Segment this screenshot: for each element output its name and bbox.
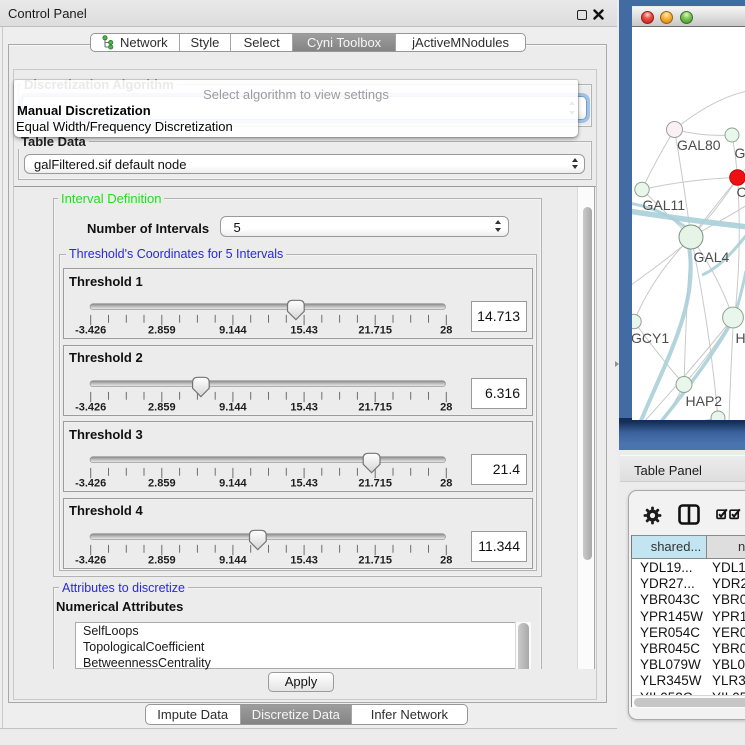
svg-text:15.43: 15.43	[290, 554, 318, 566]
svg-text:15.43: 15.43	[290, 325, 318, 337]
svg-text:15.43: 15.43	[290, 401, 318, 413]
svg-text:GA: GA	[735, 145, 745, 161]
svg-text:GAL80: GAL80	[677, 137, 721, 153]
svg-text:2.859: 2.859	[148, 401, 176, 413]
svg-text:-3.426: -3.426	[75, 554, 106, 566]
svg-text:GAL4: GAL4	[694, 249, 730, 265]
svg-text:9.144: 9.144	[219, 325, 247, 337]
svg-text:15.43: 15.43	[290, 478, 318, 490]
svg-text:28: 28	[440, 325, 452, 337]
svg-text:2.859: 2.859	[148, 325, 176, 337]
svg-text:GAL11: GAL11	[643, 197, 686, 213]
svg-text:21.715: 21.715	[358, 325, 392, 337]
svg-text:21.715: 21.715	[358, 401, 392, 413]
svg-text:9.144: 9.144	[219, 401, 247, 413]
svg-text:-3.426: -3.426	[75, 401, 106, 413]
svg-text:21.715: 21.715	[358, 554, 392, 566]
svg-text:-3.426: -3.426	[75, 325, 106, 337]
svg-text:2.859: 2.859	[148, 478, 176, 490]
svg-text:-3.426: -3.426	[75, 478, 106, 490]
svg-text:28: 28	[440, 554, 452, 566]
svg-text:9.144: 9.144	[219, 554, 247, 566]
svg-text:GCY1: GCY1	[632, 330, 669, 346]
svg-text:9.144: 9.144	[219, 478, 247, 490]
svg-text:2.859: 2.859	[148, 554, 176, 566]
svg-text:21.715: 21.715	[358, 478, 392, 490]
svg-text:H: H	[736, 330, 745, 346]
svg-text:HAP2: HAP2	[686, 393, 723, 409]
svg-text:28: 28	[440, 478, 452, 490]
svg-text:C: C	[737, 184, 745, 200]
svg-text:28: 28	[440, 401, 452, 413]
